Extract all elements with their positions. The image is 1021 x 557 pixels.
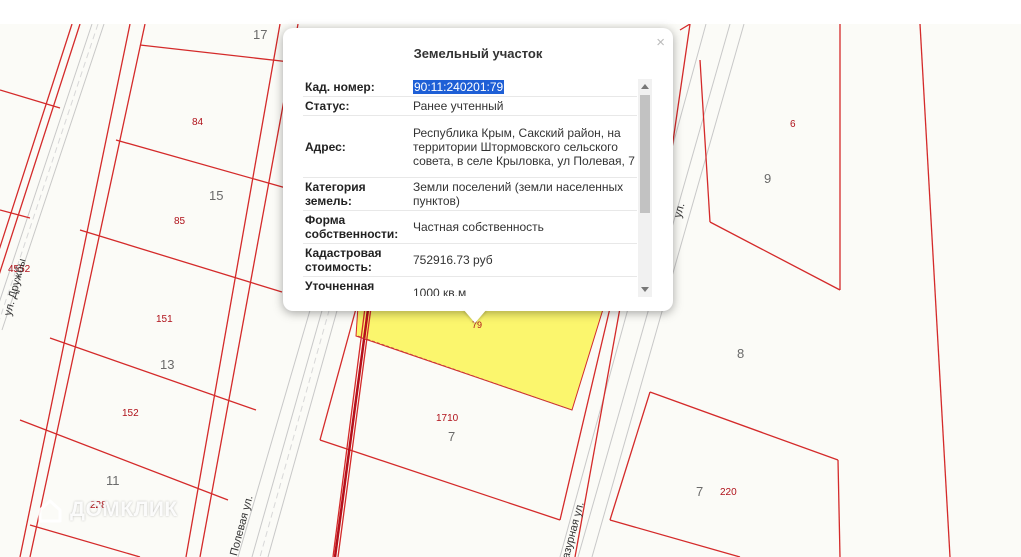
cadastral-label: 152 xyxy=(122,408,139,419)
parcel-number: 7 xyxy=(696,484,704,499)
row-value: 752916.73 руб xyxy=(405,243,637,277)
parcel-number: 8 xyxy=(737,346,745,361)
main-road-line xyxy=(333,301,371,557)
parcel-number: 9 xyxy=(764,171,772,186)
row-key: Категория земель: xyxy=(303,177,405,211)
watermark-text: ДОМКЛИК xyxy=(70,498,178,521)
attributes-table: Кад. номер: 90:11:240201:79 Статус: Ране… xyxy=(303,78,637,296)
table-row: Форма собственности: Частная собственнос… xyxy=(303,210,637,244)
cadastral-label: 85 xyxy=(174,216,186,227)
popup-scrollbar[interactable] xyxy=(638,79,652,297)
cadastral-label: 6 xyxy=(790,119,796,130)
scroll-down-icon[interactable] xyxy=(641,287,649,292)
parcel-number: 7 xyxy=(448,429,456,444)
table-row: Кад. номер: 90:11:240201:79 xyxy=(303,78,637,97)
popup-pointer xyxy=(463,309,487,323)
row-value: Земли поселений (земли населенных пункто… xyxy=(405,177,637,211)
table-row: Статус: Ранее учтенный xyxy=(303,96,637,116)
row-key: Адрес: xyxy=(303,115,405,178)
popup-content[interactable]: Кад. номер: 90:11:240201:79 Статус: Ране… xyxy=(303,78,637,296)
table-row: Уточненная площадь: 1000 кв.м xyxy=(303,276,637,296)
row-key: Кадастровая стоимость: xyxy=(303,243,405,277)
popup-title: Земельный участок xyxy=(413,46,543,61)
row-key: Форма собственности: xyxy=(303,210,405,244)
domclick-watermark: ДОМКЛИК xyxy=(36,496,178,524)
table-row: Адрес: Республика Крым, Сакский район, н… xyxy=(303,115,637,178)
row-key: Статус: xyxy=(303,96,405,116)
cadastral-label: 1710 xyxy=(436,413,459,424)
parcel-number: 17 xyxy=(253,27,268,42)
parcel-number: 11 xyxy=(106,473,120,488)
scroll-thumb[interactable] xyxy=(640,95,650,213)
row-value: Частная собственность xyxy=(405,210,637,244)
house-logo-icon xyxy=(38,499,62,523)
cadastral-number-value[interactable]: 90:11:240201:79 xyxy=(405,78,637,97)
table-row: Кадастровая стоимость: 752916.73 руб xyxy=(303,243,637,277)
row-value: Ранее учтенный xyxy=(405,96,637,116)
row-value: Республика Крым, Сакский район, на терри… xyxy=(405,115,637,178)
row-key: Уточненная площадь: xyxy=(303,276,405,296)
parcel-number: 13 xyxy=(160,357,175,372)
scroll-up-icon[interactable] xyxy=(641,84,649,89)
cadastral-label: 220 xyxy=(720,487,737,498)
top-bar xyxy=(0,0,1021,25)
table-row: Категория земель: Земли поселений (земли… xyxy=(303,177,637,211)
row-value: 1000 кв.м xyxy=(405,276,637,296)
cadastral-label: 151 xyxy=(156,314,173,325)
row-key: Кад. номер: xyxy=(303,78,405,97)
parcel-info-popup: × Земельный участок Кад. номер: 90:11:24… xyxy=(283,28,673,311)
selected-text[interactable]: 90:11:240201:79 xyxy=(413,80,505,94)
parcel-number: 15 xyxy=(209,188,224,203)
cadastral-label: 84 xyxy=(192,117,204,128)
